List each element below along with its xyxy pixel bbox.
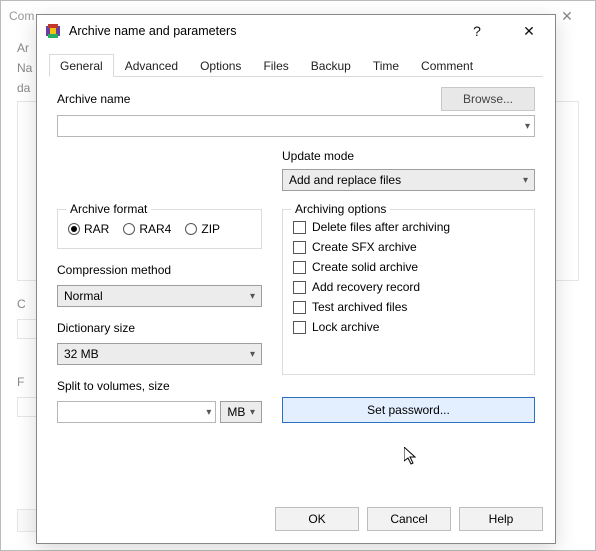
dictionary-size-select[interactable]: 32 MB ▾: [57, 343, 262, 365]
split-volumes-label: Split to volumes, size: [57, 379, 262, 393]
split-unit-value: MB: [227, 405, 245, 419]
checkbox-icon: [293, 261, 306, 274]
tabpage-general: Archive name Browse... ▾ Update mode Add…: [49, 77, 543, 491]
tab-strip: General Advanced Options Files Backup Ti…: [49, 53, 543, 77]
parent-title: Com: [9, 9, 34, 23]
browse-button[interactable]: Browse...: [441, 87, 535, 111]
parent-data-label: da: [17, 81, 30, 95]
split-size-input[interactable]: ▾: [57, 401, 216, 423]
chk-lock-label: Lock archive: [312, 320, 379, 334]
compression-method-select[interactable]: Normal ▾: [57, 285, 262, 307]
archive-name-label: Archive name: [57, 92, 130, 106]
archive-dialog: Archive name and parameters ? ✕ General …: [36, 14, 556, 544]
update-mode-label: Update mode: [282, 149, 535, 163]
chk-solid-label: Create solid archive: [312, 260, 418, 274]
chk-delete-after[interactable]: Delete files after archiving: [293, 220, 524, 234]
chevron-down-icon: ▾: [250, 291, 255, 302]
archive-format-legend: Archive format: [66, 202, 151, 216]
split-unit-select[interactable]: MB ▾: [220, 401, 262, 423]
parent-ghost-box-1: [17, 319, 37, 339]
parent-side-f: F: [17, 375, 24, 389]
compression-method-label: Compression method: [57, 263, 262, 277]
parent-name-label: Na: [17, 61, 32, 75]
archiving-options-group: Archiving options Delete files after arc…: [282, 209, 535, 375]
dialog-title: Archive name and parameters: [69, 24, 236, 38]
dialog-titlebar: Archive name and parameters ? ✕: [37, 15, 555, 47]
tab-general[interactable]: General: [49, 54, 114, 77]
cancel-button[interactable]: Cancel: [367, 507, 451, 531]
chevron-down-icon: ▾: [250, 349, 255, 360]
radio-rar[interactable]: RAR: [68, 222, 109, 236]
radio-rar4[interactable]: RAR4: [123, 222, 171, 236]
winrar-icon: [45, 23, 61, 39]
close-button[interactable]: ✕: [507, 16, 551, 46]
radio-dot-icon: [123, 223, 135, 235]
tab-time[interactable]: Time: [362, 54, 410, 77]
tab-files[interactable]: Files: [252, 54, 299, 77]
tab-options[interactable]: Options: [189, 54, 252, 77]
chevron-down-icon: ▾: [250, 407, 255, 418]
chk-lock[interactable]: Lock archive: [293, 320, 524, 334]
radio-dot-icon: [185, 223, 197, 235]
chk-recovery-label: Add recovery record: [312, 280, 420, 294]
radio-rar-label: RAR: [84, 222, 109, 236]
archive-format-group: Archive format RAR RAR4: [57, 209, 262, 249]
radio-rar4-label: RAR4: [139, 222, 171, 236]
radio-zip[interactable]: ZIP: [185, 222, 220, 236]
dictionary-size-label: Dictionary size: [57, 321, 262, 335]
chk-sfx[interactable]: Create SFX archive: [293, 240, 524, 254]
update-mode-select[interactable]: Add and replace files ▾: [282, 169, 535, 191]
radio-zip-label: ZIP: [201, 222, 220, 236]
checkbox-icon: [293, 221, 306, 234]
parent-ghost-box-2: [17, 397, 37, 417]
checkbox-icon: [293, 321, 306, 334]
tab-backup[interactable]: Backup: [300, 54, 362, 77]
chevron-down-icon: ▾: [525, 121, 530, 132]
chk-recovery[interactable]: Add recovery record: [293, 280, 524, 294]
ok-button[interactable]: OK: [275, 507, 359, 531]
help-button-bottom[interactable]: Help: [459, 507, 543, 531]
compression-method-value: Normal: [64, 289, 103, 303]
update-mode-value: Add and replace files: [289, 173, 401, 187]
set-password-button[interactable]: Set password...: [282, 397, 535, 423]
checkbox-icon: [293, 241, 306, 254]
dialog-button-bar: OK Cancel Help: [37, 499, 555, 543]
chk-solid[interactable]: Create solid archive: [293, 260, 524, 274]
chevron-down-icon: ▾: [523, 175, 528, 186]
help-button[interactable]: ?: [455, 16, 499, 46]
chk-sfx-label: Create SFX archive: [312, 240, 417, 254]
parent-side-c: C: [17, 297, 26, 311]
archiving-options-legend: Archiving options: [291, 202, 390, 216]
radio-dot-icon: [68, 223, 80, 235]
chk-delete-after-label: Delete files after archiving: [312, 220, 450, 234]
checkbox-icon: [293, 281, 306, 294]
chk-test-label: Test archived files: [312, 300, 407, 314]
dictionary-size-value: 32 MB: [64, 347, 99, 361]
checkbox-icon: [293, 301, 306, 314]
chevron-down-icon: ▾: [206, 407, 211, 418]
chk-test[interactable]: Test archived files: [293, 300, 524, 314]
archive-name-input[interactable]: ▾: [57, 115, 535, 137]
tab-advanced[interactable]: Advanced: [114, 54, 189, 77]
tab-comment[interactable]: Comment: [410, 54, 484, 77]
